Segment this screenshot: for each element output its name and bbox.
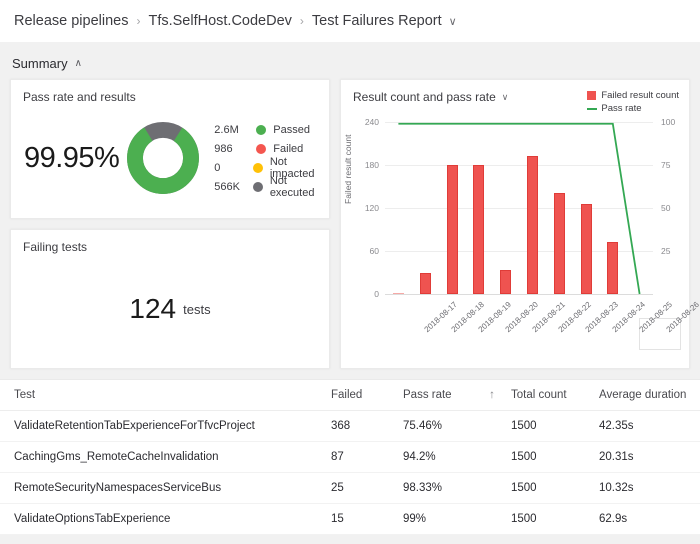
legend-dot-not-executed [252, 181, 263, 192]
table-row[interactable]: CachingGms_RemoteCacheInvalidation 87 94.2… [0, 441, 700, 473]
failing-tests-card: Failing tests 124 tests [10, 229, 330, 369]
legend-label-not-executed: Not executed [269, 174, 315, 199]
legend-item-not-executed: 566K Not executed [214, 174, 329, 199]
summary-section-toggle[interactable]: Summary ∧ [0, 42, 700, 79]
cell-test-name: CachingGms_RemoteCacheInvalidation [0, 441, 325, 473]
cell-test-name: RemoteSecurityNamespacesServiceBus [0, 472, 325, 504]
breadcrumb-item-release-pipelines[interactable]: Release pipelines [14, 13, 128, 29]
summary-left-column: Pass rate and results 99.95% 2.6M Passed… [10, 79, 330, 369]
failing-tests-unit: tests [183, 301, 211, 317]
sort-ascending-icon[interactable]: ↑ [479, 380, 505, 411]
table-body: ValidateRetentionTabExperienceForTfvcPro… [0, 410, 700, 535]
cell-total-count: 1500 [505, 503, 593, 535]
legend-dot-not-impacted [252, 162, 263, 173]
chevron-up-icon: ∧ [74, 58, 82, 69]
cell-total-count: 1500 [505, 410, 593, 442]
legend-value-not-impacted: 0 [214, 161, 221, 174]
cell-pass-rate: 94.2% [397, 441, 479, 473]
chart-pass-rate-line [398, 122, 641, 295]
cell-average-duration: 10.32s [593, 472, 700, 504]
cell-spacer [479, 503, 505, 535]
cell-pass-rate: 99% [397, 503, 479, 535]
cell-average-duration: 62.9s [593, 503, 700, 535]
cell-total-count: 1500 [505, 441, 593, 473]
result-count-chart-card: Result count and pass rate ∨ Failed resu… [340, 79, 700, 369]
breadcrumb-separator-icon: › [299, 14, 304, 28]
cell-average-duration: 20.31s [593, 441, 700, 473]
chart-plot-area: Failed result count 240 180 120 60 0 100 75 50 2… [341, 108, 700, 356]
chevron-down-icon: ∨ [501, 91, 509, 102]
pass-rate-card-body: 99.95% 2.6M Passed 986 Failed 0 Not impa… [11, 104, 329, 212]
legend-item-passed: 2.6M Passed [214, 120, 329, 139]
cell-total-count: 1500 [505, 472, 593, 504]
failing-tests-table-wrap: Test Failed Pass rate ↑ Total count Aver… [0, 379, 700, 535]
chart-legend-item-failed-result-count[interactable]: Failed result count [587, 89, 679, 102]
column-header-total-count[interactable]: Total count [505, 380, 593, 411]
legend-swatch-failed-result-count [587, 91, 597, 100]
legend-value-failed: 986 [214, 142, 233, 155]
failing-tests-count: 124 [129, 293, 177, 324]
column-header-average-duration[interactable]: Average duration [593, 380, 700, 411]
pass-rate-card-title: Pass rate and results [23, 90, 136, 104]
pass-rate-donut-chart [126, 121, 200, 195]
chart-legend-label-failed-result-count: Failed result count [601, 90, 679, 101]
legend-label-failed: Failed [273, 142, 304, 155]
pass-rate-legend: 2.6M Passed 986 Failed 0 Not impacted 56… [214, 120, 329, 199]
page-body: Summary ∧ Pass rate and results 99.95% 2… [0, 42, 700, 535]
failing-tests-card-body: 124 tests [11, 254, 329, 364]
cell-failed: 15 [325, 503, 397, 535]
table-row[interactable]: ValidateRetentionTabExperienceForTfvcPro… [0, 410, 700, 442]
legend-value-not-executed: 566K [214, 180, 240, 193]
breadcrumb-item-current-page[interactable]: Test Failures Report [312, 13, 442, 29]
cell-pass-rate: 98.33% [397, 472, 479, 504]
chart-title: Result count and pass rate [353, 90, 496, 104]
legend-label-passed: Passed [273, 123, 310, 136]
cell-failed: 87 [325, 441, 397, 473]
pass-rate-percent: 99.95% [23, 141, 120, 174]
chevron-down-icon[interactable]: ∨ [449, 15, 457, 28]
legend-value-passed: 2.6M [214, 123, 239, 136]
cell-test-name: ValidateOptionsTabExperience [0, 503, 325, 535]
failing-tests-card-title: Failing tests [23, 240, 88, 254]
column-header-pass-rate[interactable]: Pass rate [397, 380, 479, 411]
legend-dot-passed [256, 124, 267, 135]
cell-failed: 25 [325, 472, 397, 504]
summary-section-label: Summary [12, 56, 68, 71]
cell-spacer [479, 410, 505, 442]
cell-average-duration: 42.35s [593, 410, 700, 442]
cell-spacer [479, 472, 505, 504]
table-row[interactable]: RemoteSecurityNamespacesServiceBus 25 98.3… [0, 472, 700, 504]
column-header-test[interactable]: Test [0, 380, 325, 411]
cell-spacer [479, 441, 505, 473]
legend-dot-failed [256, 143, 267, 154]
summary-cards: Pass rate and results 99.95% 2.6M Passed… [0, 79, 700, 369]
cell-test-name: ValidateRetentionTabExperienceForTfvcPro… [0, 410, 325, 442]
pass-rate-card: Pass rate and results 99.95% 2.6M Passed… [10, 79, 330, 219]
cell-failed: 368 [325, 410, 397, 442]
table-header-row: Test Failed Pass rate ↑ Total count Aver… [0, 380, 700, 411]
failing-tests-table: Test Failed Pass rate ↑ Total count Aver… [0, 380, 700, 535]
breadcrumb: Release pipelines › Tfs.SelfHost.CodeDev… [0, 0, 700, 42]
summary-right-column: Result count and pass rate ∨ Failed resu… [340, 79, 700, 369]
breadcrumb-separator-icon: › [136, 14, 141, 28]
breadcrumb-item-project[interactable]: Tfs.SelfHost.CodeDev [148, 13, 291, 29]
table-row[interactable]: ValidateOptionsTabExperience 15 99% 1500 62.… [0, 503, 700, 535]
cell-pass-rate: 75.46% [397, 410, 479, 442]
column-header-failed[interactable]: Failed [325, 380, 397, 411]
